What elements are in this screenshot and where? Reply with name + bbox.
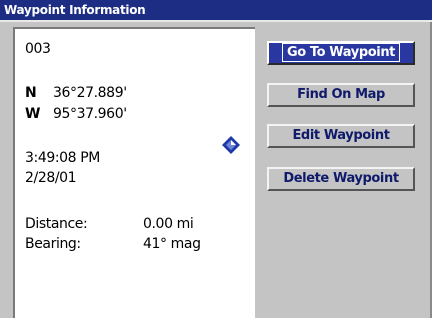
latitude-prefix: N <box>25 85 37 101</box>
waypoint-date: 2/28/01 <box>25 170 77 186</box>
title-divider <box>0 20 432 22</box>
edit-waypoint-label: Edit Waypoint <box>292 128 390 143</box>
distance-label: Distance: <box>25 216 88 232</box>
delete-waypoint-button[interactable]: Delete Waypoint <box>267 167 415 191</box>
latitude-row: N 36°27.889' <box>25 85 127 101</box>
window-title: Waypoint Information <box>0 0 432 20</box>
find-on-map-button[interactable]: Find On Map <box>267 83 415 107</box>
waypoint-name: 003 <box>25 41 51 57</box>
delete-waypoint-label: Delete Waypoint <box>283 171 399 186</box>
latitude-value: 36°27.889' <box>53 85 127 101</box>
longitude-prefix: W <box>25 106 41 122</box>
go-to-waypoint-label: Go To Waypoint <box>281 43 401 62</box>
waypoint-info-panel: 003 N 36°27.889' W 95°37.960' 3:49:08 PM 2… <box>13 27 255 318</box>
go-to-waypoint-button[interactable]: Go To Waypoint <box>267 41 415 65</box>
distance-value: 0.00 mi <box>143 216 194 232</box>
longitude-value: 95°37.960' <box>53 106 127 122</box>
waypoint-time: 3:49:08 PM <box>25 150 100 166</box>
find-on-map-label: Find On Map <box>297 87 385 102</box>
edit-waypoint-button[interactable]: Edit Waypoint <box>267 124 415 148</box>
longitude-row: W 95°37.960' <box>25 106 127 122</box>
bearing-value: 41° mag <box>143 236 201 252</box>
bearing-label: Bearing: <box>25 236 81 252</box>
waypoint-arrow-icon <box>222 136 240 154</box>
waypoint-information-window: Waypoint Information 003 N 36°27.889' W 95… <box>0 0 432 318</box>
